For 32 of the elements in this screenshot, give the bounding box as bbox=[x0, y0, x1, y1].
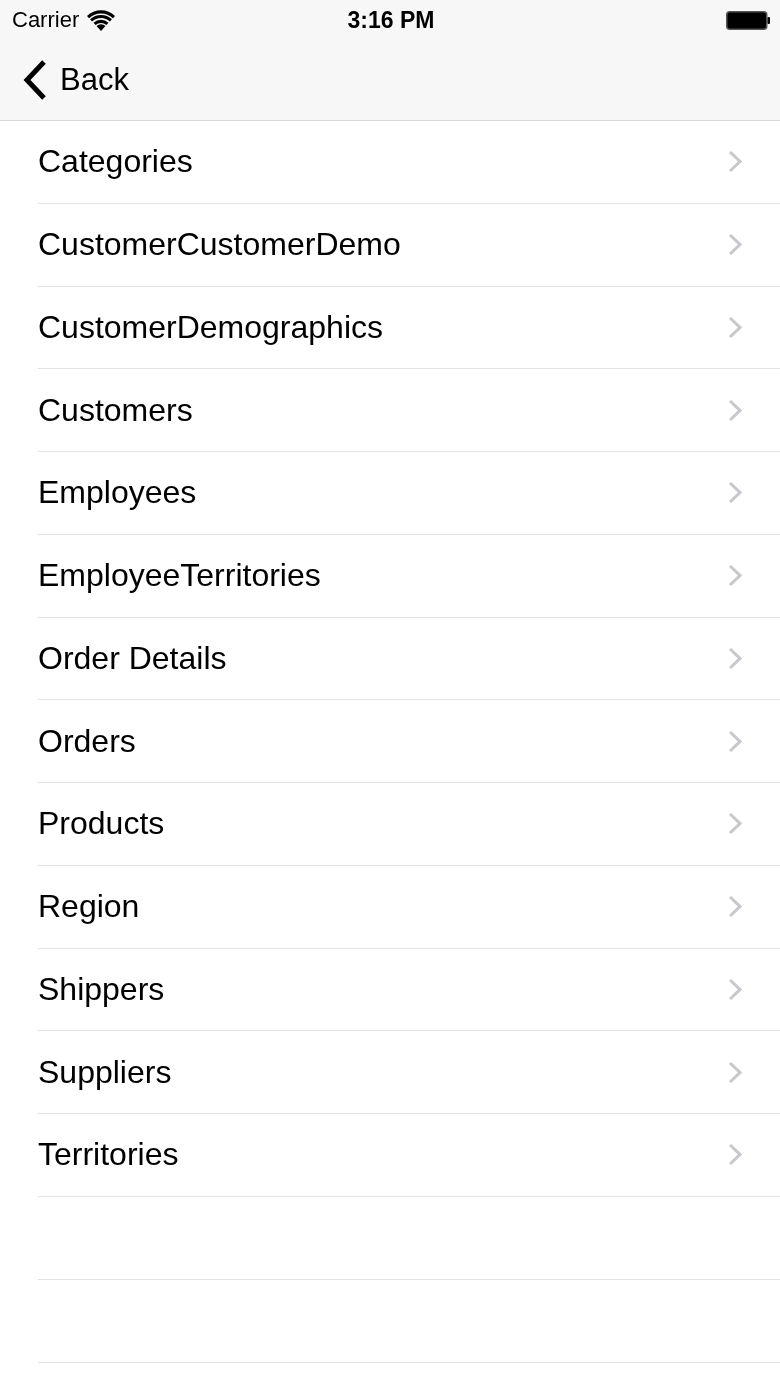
list-item[interactable]: Orders bbox=[38, 700, 780, 783]
list-item[interactable]: Region bbox=[38, 865, 780, 949]
list-item[interactable]: Employees bbox=[38, 452, 780, 535]
list-item[interactable]: Order Details bbox=[38, 617, 780, 701]
list-item[interactable]: Suppliers bbox=[38, 1031, 780, 1114]
chevron-icon bbox=[728, 398, 742, 422]
chevron-icon bbox=[728, 150, 742, 174]
chevron-icon bbox=[728, 729, 742, 753]
back-chevron-icon bbox=[22, 60, 48, 100]
list-item[interactable]: Customers bbox=[38, 369, 780, 452]
chevron-icon bbox=[728, 315, 742, 339]
chevron-icon bbox=[728, 481, 742, 505]
chevron-icon bbox=[728, 1060, 742, 1084]
list-item[interactable]: EmployeeTerritories bbox=[38, 534, 780, 618]
chevron-icon bbox=[728, 812, 742, 836]
carrier-label: Carrier bbox=[12, 7, 80, 33]
chevron-icon bbox=[728, 564, 742, 588]
chevron-icon bbox=[728, 977, 742, 1001]
list-item[interactable]: CustomerDemographics bbox=[38, 286, 780, 370]
list-item[interactable]: Categories bbox=[38, 121, 780, 204]
back-button[interactable]: Back bbox=[22, 60, 129, 100]
chevron-icon bbox=[728, 895, 742, 919]
wifi-icon bbox=[87, 9, 116, 31]
list-item[interactable]: Territories bbox=[38, 1114, 780, 1197]
status-time: 3:16 PM bbox=[347, 6, 435, 34]
chevron-icon bbox=[728, 646, 742, 670]
list-item[interactable]: CustomerCustomerDemo bbox=[38, 203, 780, 287]
chevron-icon bbox=[728, 1143, 742, 1167]
battery-icon bbox=[726, 10, 770, 30]
list-item[interactable]: Products bbox=[38, 783, 780, 866]
chevron-icon bbox=[728, 233, 742, 257]
list-item[interactable]: Shippers bbox=[38, 948, 780, 1032]
